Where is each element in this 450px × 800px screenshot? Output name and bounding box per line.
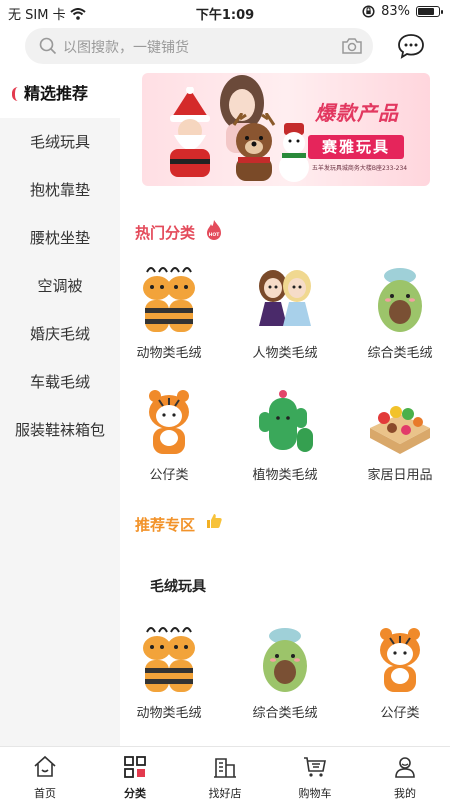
tab-cart[interactable]: 购物车 bbox=[270, 747, 360, 800]
category-sidebar: 精选推荐 毛绒玩具 抱枕靠垫 腰枕坐垫 空调被 婚庆毛绒 车载毛绒 服装鞋袜箱包 bbox=[0, 70, 120, 746]
avocado-plush-icon bbox=[378, 268, 422, 332]
category-label: 综合类毛绒 bbox=[367, 346, 433, 361]
active-indicator bbox=[12, 87, 18, 101]
profile-icon bbox=[395, 757, 415, 778]
bee-plush-icon bbox=[143, 627, 195, 692]
orientation-lock-icon bbox=[362, 5, 375, 18]
search-icon bbox=[39, 37, 57, 55]
category-content: 爆款产品 赛雅玩具 五羊发玩具城商务大楼B座233-234 热门分类 HOT 动… bbox=[120, 70, 450, 746]
sidebar-item-label: 空调被 bbox=[37, 277, 83, 295]
category-label: 植物类毛绒 bbox=[252, 468, 318, 483]
thumbs-up-icon bbox=[207, 514, 222, 528]
santa-plush-icon bbox=[170, 87, 210, 177]
sidebar-item-plush-toys[interactable]: 毛绒玩具 bbox=[0, 118, 120, 166]
category-household[interactable]: 家居日用品 bbox=[354, 388, 446, 498]
recommend-label: 综合类毛绒 bbox=[252, 706, 318, 721]
cactus-plush-icon bbox=[259, 390, 313, 452]
sidebar-item-blankets[interactable]: 空调被 bbox=[0, 262, 120, 310]
battery-percent: 83% bbox=[381, 4, 410, 19]
hot-section-title: 热门分类 bbox=[135, 224, 196, 242]
search-placeholder: 以图搜款，一键铺货 bbox=[63, 40, 189, 56]
sidebar-item-label: 腰枕坐垫 bbox=[29, 229, 90, 247]
category-general-plush[interactable]: 综合类毛绒 bbox=[354, 266, 446, 376]
sidebar-item-car-plush[interactable]: 车载毛绒 bbox=[0, 358, 120, 406]
tab-category[interactable]: 分类 bbox=[90, 747, 180, 800]
sidebar-item-featured[interactable]: 精选推荐 bbox=[0, 70, 120, 118]
category-doll-figures[interactable]: 公仔类 bbox=[123, 388, 215, 498]
recommend-doll-figures[interactable]: 公仔类 bbox=[354, 626, 446, 736]
promo-banner[interactable]: 爆款产品 赛雅玩具 五羊发玩具城商务大楼B座233-234 bbox=[142, 73, 430, 186]
tiger-plush-icon bbox=[380, 628, 420, 692]
battery-icon bbox=[416, 6, 443, 17]
sidebar-item-label: 婚庆毛绒 bbox=[29, 325, 90, 343]
home-icon bbox=[34, 755, 56, 777]
category-icon bbox=[124, 756, 146, 778]
tab-label: 分类 bbox=[124, 787, 146, 800]
category-animal-plush[interactable]: 动物类毛绒 bbox=[123, 266, 215, 376]
recommend-label: 动物类毛绒 bbox=[136, 706, 202, 721]
food-toy-box-icon bbox=[370, 406, 430, 454]
bee-plush-icon bbox=[143, 267, 195, 332]
sidebar-item-label: 毛绒玩具 bbox=[29, 133, 90, 151]
tab-home[interactable]: 首页 bbox=[0, 747, 90, 800]
status-right: 83% bbox=[362, 4, 443, 19]
battery-fill bbox=[418, 8, 434, 15]
category-plant-plush[interactable]: 植物类毛绒 bbox=[239, 388, 331, 498]
sidebar-item-label: 车载毛绒 bbox=[29, 373, 90, 391]
cart-icon bbox=[304, 757, 326, 777]
recommend-section-title: 推荐专区 bbox=[135, 516, 196, 534]
tiger-plush-icon bbox=[149, 390, 189, 454]
avocado-plush-icon bbox=[263, 628, 307, 692]
camera-icon[interactable] bbox=[341, 36, 363, 56]
recommend-general-plush[interactable]: 综合类毛绒 bbox=[239, 626, 331, 736]
banner-address: 五羊发玩具城商务大楼B座233-234 bbox=[311, 165, 408, 172]
tab-label: 首页 bbox=[34, 787, 56, 800]
tab-find-store[interactable]: 找好店 bbox=[180, 747, 270, 800]
sidebar-item-wedding-plush[interactable]: 婚庆毛绒 bbox=[0, 310, 120, 358]
tab-label: 我的 bbox=[394, 787, 416, 800]
category-label: 人物类毛绒 bbox=[252, 346, 318, 361]
sidebar-item-cushions[interactable]: 腰枕坐垫 bbox=[0, 214, 120, 262]
search-input[interactable]: 以图搜款，一键铺货 bbox=[25, 28, 373, 64]
recommend-animal-plush[interactable]: 动物类毛绒 bbox=[123, 626, 215, 736]
banner-brand: 赛雅玩具 bbox=[308, 135, 404, 159]
store-icon bbox=[214, 758, 236, 778]
sidebar-item-label: 抱枕靠垫 bbox=[29, 181, 90, 199]
recommend-label: 公仔类 bbox=[380, 706, 420, 721]
tab-profile[interactable]: 我的 bbox=[360, 747, 450, 800]
bottom-tab-bar: 首页 分类 找好店 购物车 我的 bbox=[0, 746, 450, 800]
category-label: 家居日用品 bbox=[367, 468, 433, 483]
banner-title: 爆款产品 bbox=[315, 101, 399, 125]
category-label: 动物类毛绒 bbox=[136, 346, 202, 361]
sidebar-item-pillows[interactable]: 抱枕靠垫 bbox=[0, 166, 120, 214]
status-bar: 无 SIM 卡 下午1:09 83% bbox=[0, 0, 450, 24]
recommend-subtitle: 毛绒玩具 bbox=[150, 579, 206, 595]
message-icon[interactable] bbox=[396, 32, 426, 60]
doll-plush-icon bbox=[259, 270, 311, 326]
hot-badge-icon: HOT bbox=[207, 220, 221, 240]
tab-label: 找好店 bbox=[208, 787, 242, 800]
sidebar-item-label: 服装鞋袜箱包 bbox=[14, 421, 105, 439]
sidebar-item-apparel[interactable]: 服装鞋袜箱包 bbox=[0, 406, 120, 454]
tab-label: 购物车 bbox=[298, 787, 332, 800]
search-row: 以图搜款，一键铺货 bbox=[0, 24, 450, 68]
sidebar-item-label: 精选推荐 bbox=[24, 84, 89, 103]
category-label: 公仔类 bbox=[149, 468, 189, 483]
category-character-plush[interactable]: 人物类毛绒 bbox=[239, 266, 331, 376]
hot-badge-label: HOT bbox=[209, 232, 221, 238]
